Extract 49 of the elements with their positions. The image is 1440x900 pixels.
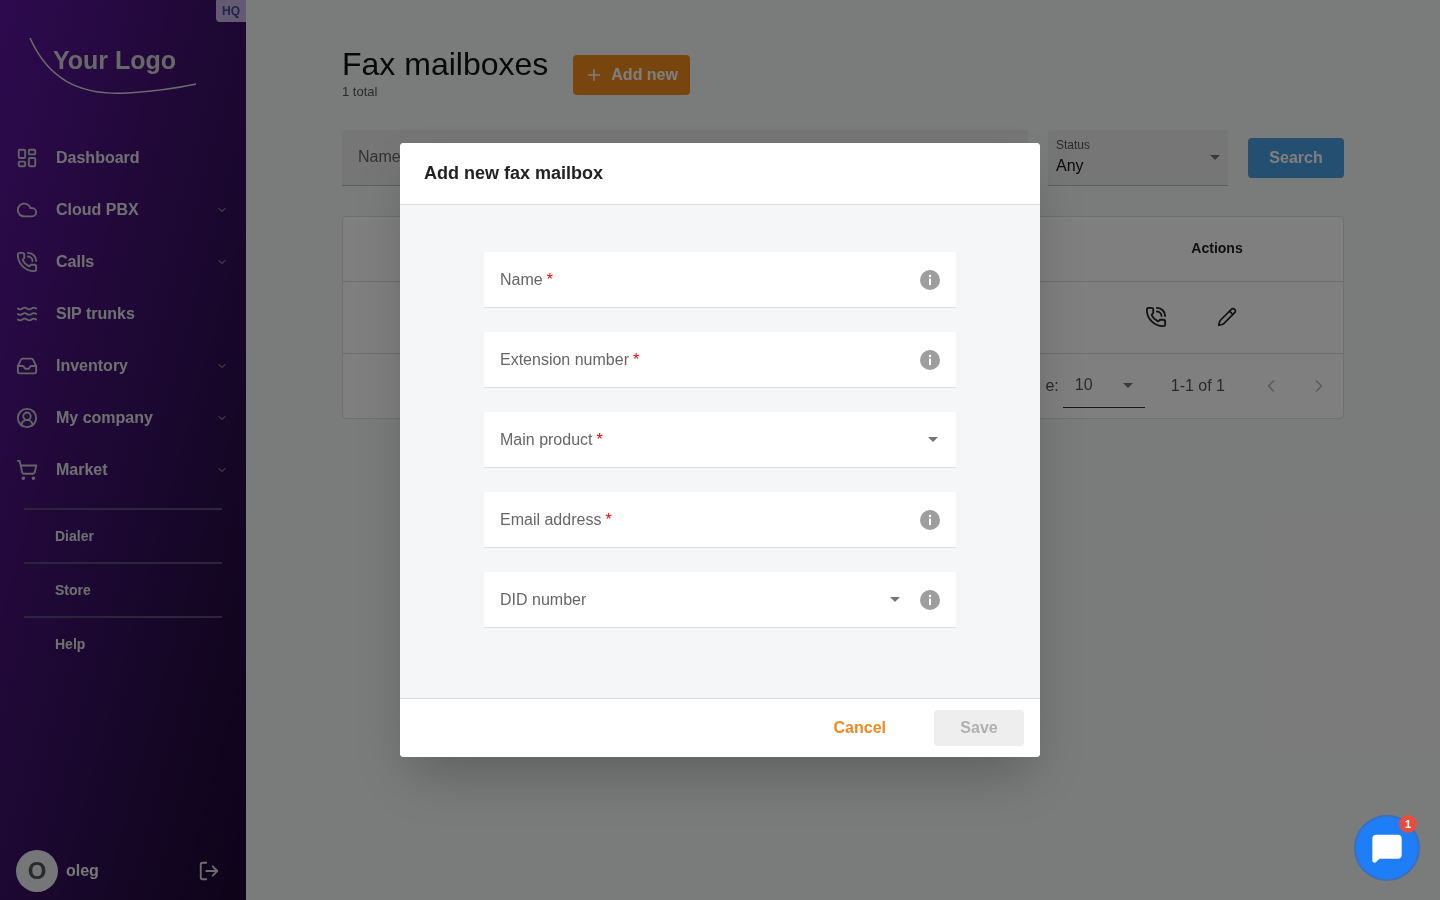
add-new-button[interactable]: Add new [573, 55, 690, 95]
status-select[interactable]: Status Any [1048, 129, 1228, 186]
phone-icon [16, 251, 38, 273]
page-range: 1-1 of 1 [1170, 375, 1225, 396]
dropdown-caret-icon [890, 597, 900, 602]
search-button[interactable]: Search [1248, 137, 1344, 178]
sidebar-item[interactable]: Market [0, 444, 246, 496]
select-field[interactable]: Main product * [484, 412, 956, 468]
cart-icon [16, 459, 38, 481]
info-icon[interactable] [920, 509, 940, 530]
inbox-icon [16, 355, 38, 377]
input-field[interactable]: Email address * [484, 492, 956, 548]
sidebar-item[interactable]: Calls [0, 236, 246, 288]
edit-icon[interactable] [1217, 307, 1237, 327]
rows-per-page-select[interactable]: 10 [1062, 363, 1145, 408]
dashboard-icon [16, 147, 38, 169]
sidebar-item[interactable]: Dashboard [0, 132, 246, 184]
info-icon[interactable] [920, 349, 940, 370]
total-count: 1 total [342, 83, 379, 101]
info-icon[interactable] [920, 269, 940, 290]
user-name: oleg [66, 861, 100, 881]
notification-badge: 1 [1399, 815, 1417, 833]
phone-icon[interactable] [1145, 306, 1167, 328]
user-avatar[interactable]: O [16, 850, 58, 892]
caret-icon [1210, 154, 1220, 160]
input-field[interactable]: Extension number * [484, 332, 956, 388]
column-header: Actions [1190, 239, 1244, 258]
logout-icon[interactable] [198, 860, 220, 882]
info-icon[interactable] [920, 589, 940, 610]
dialog-title: Add new fax mailbox [424, 162, 604, 185]
logo: Your Logo [28, 38, 198, 98]
sidebar-item[interactable]: SIP trunks [0, 288, 246, 340]
sidebar-item[interactable]: My company [0, 392, 246, 444]
rows-label: e: [1045, 375, 1059, 396]
dropdown-caret-icon [928, 437, 938, 442]
sidebar-link[interactable]: Dialer [55, 525, 94, 547]
chat-icon [1371, 832, 1403, 864]
sidebar-link[interactable]: Help [55, 633, 86, 655]
sidebar-item[interactable]: Inventory [0, 340, 246, 392]
caret-icon [1122, 382, 1133, 388]
sidebar-item[interactable]: Cloud PBX [0, 184, 246, 236]
input-field[interactable]: Name * [484, 252, 956, 308]
hq-badge: HQ [216, 0, 246, 22]
select-field[interactable]: DID number [484, 572, 956, 628]
cancel-button[interactable]: Cancel [817, 710, 902, 746]
sidebar-link[interactable]: Store [55, 579, 91, 601]
page-title: Fax mailboxes [342, 46, 549, 82]
chat-button[interactable]: 1 [1354, 815, 1420, 881]
user-circle-icon [16, 407, 38, 429]
